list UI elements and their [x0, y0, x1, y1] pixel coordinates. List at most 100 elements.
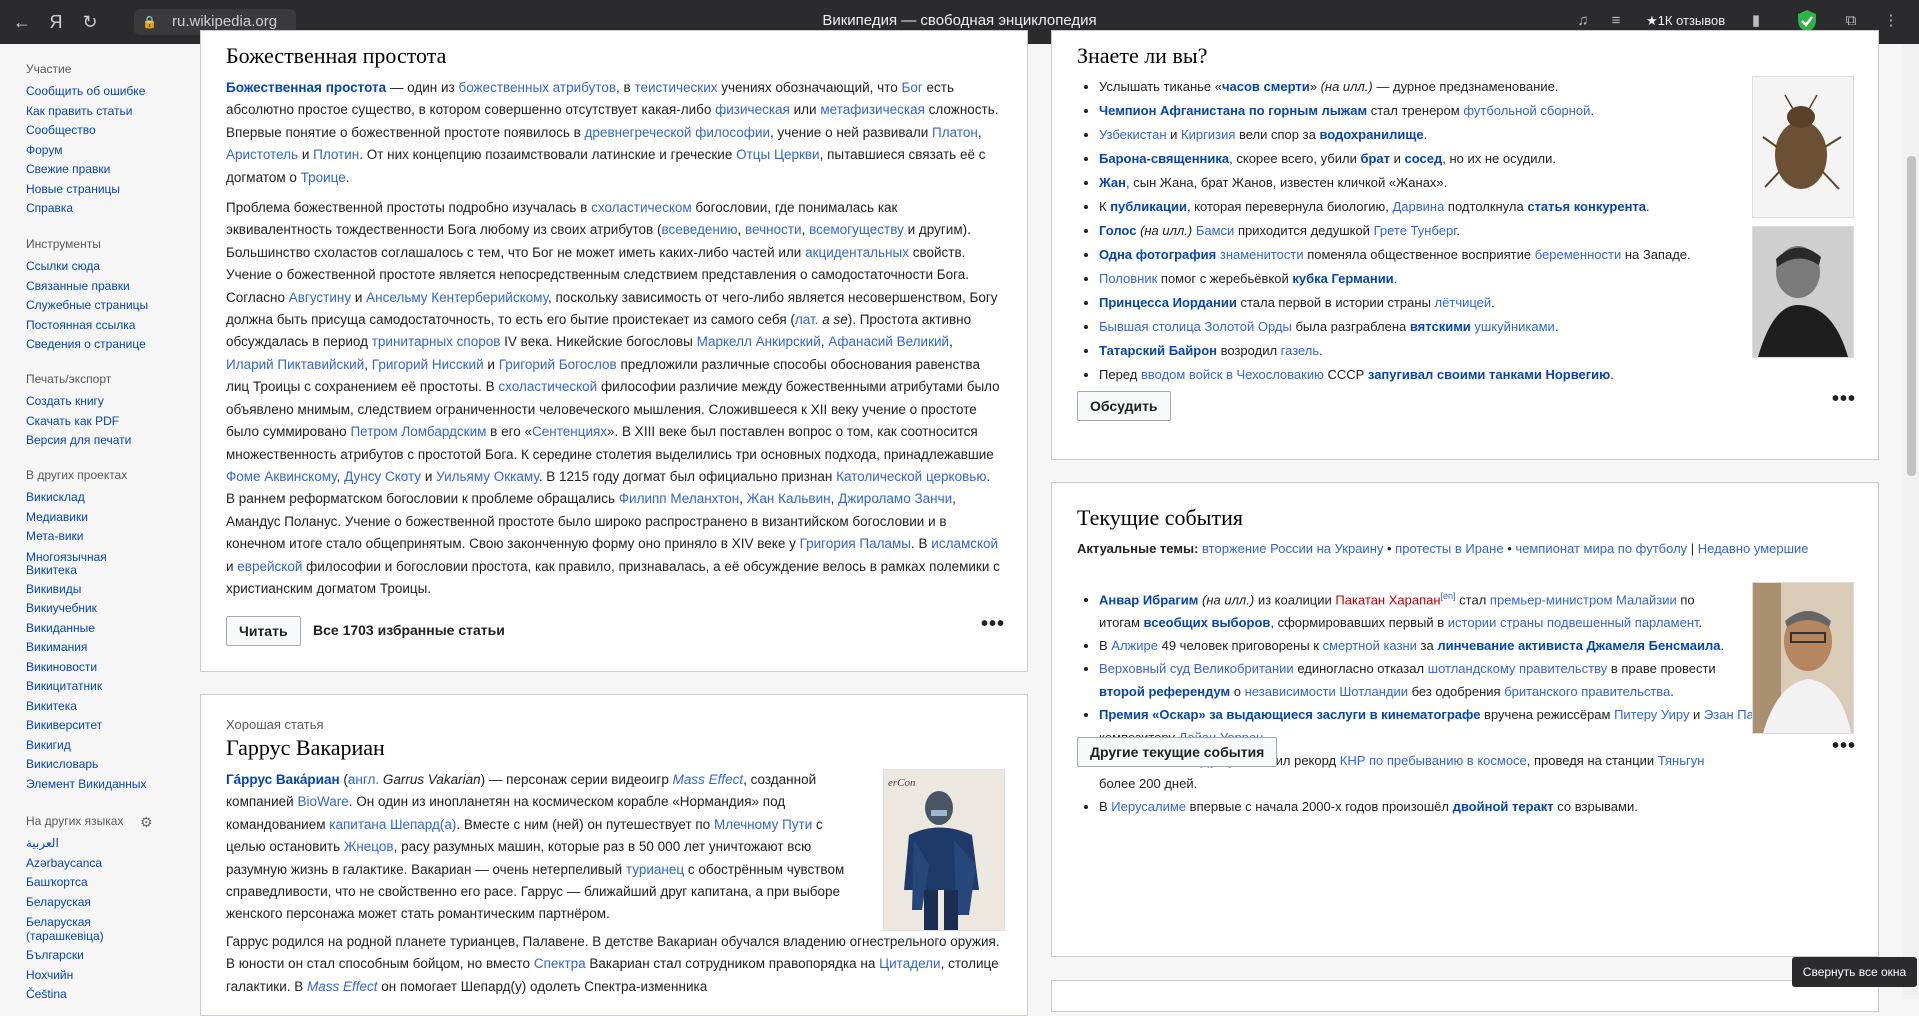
portrait-illustration: [1753, 227, 1853, 357]
discuss-button[interactable]: Обсудить: [1077, 391, 1171, 421]
sidebar-item[interactable]: Викицитатник: [26, 677, 147, 697]
more-options-icon[interactable]: •••: [1832, 388, 1856, 411]
list-item: Голос (на илл.) Бамси приходится дедушко…: [1099, 219, 1737, 243]
sidebar-item[interactable]: Викимания: [26, 638, 147, 658]
sidebar-item[interactable]: Мета-вики: [26, 527, 147, 547]
sidebar-item[interactable]: Сообщество: [26, 121, 145, 141]
good-article-label: Хорошая статья: [226, 717, 324, 732]
sidebar-item[interactable]: Как править статьи: [26, 102, 145, 122]
list-item: Жан, сын Жана, брат Жанов, известен клич…: [1099, 171, 1737, 195]
sidebar-heading: Участие: [26, 62, 72, 76]
downloads-icon[interactable]: ⧉: [1840, 10, 1862, 32]
sidebar-item[interactable]: Викисклад: [26, 488, 147, 508]
tooltip: Свернуть все окна: [1792, 957, 1917, 987]
next-box: [1051, 980, 1879, 1012]
list-item: Бывшая столица Золотой Орды была разграб…: [1099, 315, 1737, 339]
list-item: К публикации, которая перевернула биолог…: [1099, 195, 1737, 219]
sidebar-item[interactable]: Новые страницы: [26, 180, 145, 200]
good-body-2: Гаррус родился на родной планете турианц…: [226, 934, 1000, 994]
svg-text:erCon: erCon: [888, 777, 916, 789]
sidebar-item[interactable]: Сообщить об ошибке: [26, 82, 145, 102]
anwar-illustration: [1753, 583, 1853, 733]
reader-icon[interactable]: ≡: [1605, 10, 1627, 32]
sidebar-item[interactable]: Викиучебник: [26, 599, 147, 619]
bookmark-icon[interactable]: ▮: [1745, 10, 1767, 32]
sidebar-item[interactable]: Сведения о странице: [26, 335, 148, 355]
sidebar-item[interactable]: Создать книгу: [26, 392, 131, 412]
current-events-box: Текущие события Актуальные темы: вторжен…: [1051, 482, 1879, 957]
sidebar-item[interactable]: (тарашкевіца): [26, 929, 123, 943]
sidebar-item[interactable]: Служебные страницы: [26, 296, 148, 316]
beetle-illustration: [1753, 77, 1853, 217]
sidebar-item[interactable]: Викиданные: [26, 619, 147, 639]
sidebar-item[interactable]: Викиверситет: [26, 716, 147, 736]
did-you-know-box: Знаете ли вы? Услышать тиканье «часов см…: [1051, 30, 1879, 460]
news-list: Анвар Ибрагим (на илл.) из коалиции Пака…: [1077, 585, 1835, 818]
sidebar-item[interactable]: Постоянная ссылка: [26, 316, 148, 336]
more-events-button[interactable]: Другие текущие события: [1077, 737, 1278, 767]
dyk-title: Знаете ли вы?: [1077, 43, 1208, 68]
headphones-icon[interactable]: ♫: [1572, 10, 1594, 32]
sidebar-item[interactable]: Медиавики: [26, 508, 147, 528]
list-item: В Алжире 49 человек приговорены к смертн…: [1099, 634, 1737, 657]
sidebar-item[interactable]: Башҡортса: [26, 873, 123, 893]
sidebar-print: Печать/экспорт Создать книгу Скачать как…: [26, 372, 131, 451]
sidebar-item[interactable]: Свежие правки: [26, 160, 145, 180]
list-item: Одна фотография знаменитости поменяла об…: [1099, 243, 1737, 267]
sidebar-projects: В других проектах Викисклад Медиавики Ме…: [26, 468, 147, 794]
news-topics: Актуальные темы: вторжение России на Укр…: [1077, 541, 1809, 556]
sidebar-item[interactable]: Викиновости: [26, 658, 147, 678]
garrus-image[interactable]: erCon: [883, 769, 1005, 931]
sidebar-item[interactable]: Беларуская: [26, 893, 123, 913]
sidebar-item[interactable]: Справка: [26, 199, 145, 219]
sidebar-languages: На других языках العربية Azərbaycanca Ба…: [26, 814, 123, 1005]
all-featured-link[interactable]: Все 1703 избранные статьи: [313, 622, 505, 638]
sidebar-item[interactable]: Скачать как PDF: [26, 412, 131, 432]
list-item: Принцесса Иордании стала первой в истори…: [1099, 291, 1737, 315]
sidebar-item[interactable]: Версия для печати: [26, 431, 131, 451]
sidebar-item[interactable]: Нохчийн: [26, 966, 123, 986]
good-article-box: Хорошая статья Гаррус Вакариан Гáррус Ва…: [200, 694, 1028, 1016]
dyk-list: Услышать тиканье «часов смерти» (на илл.…: [1077, 75, 1737, 387]
more-options-icon[interactable]: •••: [981, 613, 1005, 636]
sidebar-item[interactable]: العربية: [26, 834, 123, 854]
list-item: Услышать тиканье «часов смерти» (на илл.…: [1099, 75, 1737, 99]
sidebar-participation: Участие Сообщить об ошибке Как править с…: [26, 62, 145, 219]
sidebar-item[interactable]: Викигид: [26, 736, 147, 756]
sidebar-item[interactable]: Azərbaycanca: [26, 854, 123, 874]
good-body: Гáррус Вака́риан (англ. Garrus Vakarian)…: [226, 772, 845, 922]
sidebar-item[interactable]: Форум: [26, 141, 145, 161]
sidebar-item[interactable]: Ссылки сюда: [26, 257, 148, 277]
sidebar-item[interactable]: Многоязычная: [26, 550, 147, 564]
page-title: Википедия — свободная энциклопедия: [822, 12, 1097, 29]
featured-title: Божественная простота: [226, 43, 447, 68]
sidebar-item[interactable]: Викисловарь: [26, 755, 147, 775]
list-item: Татарский Байрон возродил газель.: [1099, 339, 1737, 363]
sidebar-item[interactable]: Čeština: [26, 985, 123, 1005]
sidebar-item[interactable]: Викивиды: [26, 580, 147, 600]
good-title: Гаррус Вакариан: [226, 735, 385, 760]
scrollbar-thumb[interactable]: [1907, 156, 1916, 476]
anwar-image[interactable]: [1752, 582, 1854, 734]
list-item: Анвар Ибрагим (на илл.) из коалиции Пака…: [1099, 585, 1737, 634]
scrollbar[interactable]: [1903, 44, 1919, 999]
featured-article-box: Божественная простота Божественная прост…: [200, 30, 1028, 672]
sidebar-item[interactable]: Викитека: [26, 563, 147, 577]
left-sidebar: Участие Сообщить об ошибке Как править с…: [0, 44, 176, 1001]
featured-body: Божественная простота — один из божестве…: [226, 80, 1000, 596]
sidebar-heading: Инструменты: [26, 237, 101, 251]
list-item: Барона-священника, скорее всего, убили б…: [1099, 147, 1737, 171]
sidebar-item[interactable]: Беларуская: [26, 915, 123, 929]
portrait-image[interactable]: [1752, 226, 1854, 358]
read-button[interactable]: Читать: [226, 616, 301, 646]
gear-icon[interactable]: ⚙: [140, 814, 153, 831]
sidebar-item[interactable]: Элемент Викиданных: [26, 775, 147, 795]
beetle-image[interactable]: [1752, 76, 1854, 218]
sidebar-item[interactable]: Связанные правки: [26, 277, 148, 297]
list-item: Половник помог с жеребьёвкой кубка Герма…: [1099, 267, 1737, 291]
more-options-icon[interactable]: •••: [1832, 735, 1856, 758]
sidebar-item[interactable]: Български: [26, 946, 123, 966]
list-item: Чемпион Афганистана по горным лыжам стал…: [1099, 99, 1737, 123]
menu-icon[interactable]: ⋮: [1880, 10, 1902, 32]
sidebar-item[interactable]: Викитека: [26, 697, 147, 717]
